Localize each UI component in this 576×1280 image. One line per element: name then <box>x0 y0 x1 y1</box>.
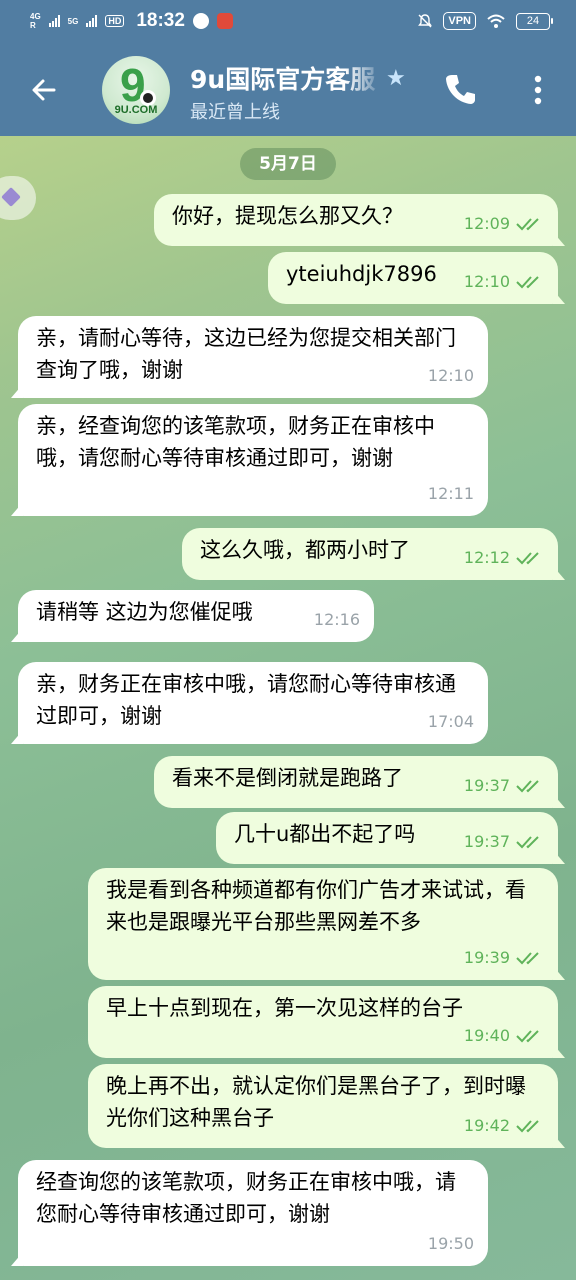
bubble-tail <box>11 730 23 744</box>
message-bubble-outgoing[interactable]: 这么久哦，都两小时了 12:12 <box>182 528 565 580</box>
message-bubble-incoming[interactable]: 亲，财务正在审核中哦，请您耐心等待审核通过即可，谢谢 17:04 <box>11 662 488 744</box>
message-text: 亲，财务正在审核中哦，请您耐心等待审核通过即可，谢谢 <box>36 672 456 728</box>
chat-title-block[interactable]: 9u国际官方客服 ★ 最近曾上线 <box>190 60 420 124</box>
message-time: 12:10 <box>463 272 510 291</box>
mute-bell-icon <box>418 14 433 28</box>
app-notification-icon <box>216 13 233 29</box>
message-meta: 19:50 <box>428 1228 474 1260</box>
double-check-icon <box>516 952 539 965</box>
bubble-tail <box>553 850 565 864</box>
message-text: 亲，请耐心等待，这边已经为您提交相关部门查询了哦，谢谢 <box>36 326 456 382</box>
bubble-tail <box>11 1252 23 1266</box>
chat-header: 9 9U.COM 9u国际官方客服 ★ 最近曾上线 <box>0 44 576 136</box>
network-indicator-2: 5G <box>68 17 79 26</box>
more-vert-icon[interactable] <box>524 72 552 108</box>
avatar[interactable]: 9 9U.COM <box>102 56 170 124</box>
double-check-icon <box>516 552 539 565</box>
message-bubble-incoming[interactable]: 亲，请耐心等待，这边已经为您提交相关部门查询了哦，谢谢 12:10 <box>11 316 488 398</box>
network-indicator-1: 4G R <box>30 12 41 30</box>
network-label-1: 4G <box>30 12 41 21</box>
double-check-icon <box>516 1030 539 1043</box>
double-check-icon <box>516 780 539 793</box>
double-check-icon <box>516 218 539 231</box>
message-time: 12:16 <box>313 610 360 629</box>
message-bubble-outgoing[interactable]: 几十u都出不起了吗 19:37 <box>216 812 565 864</box>
status-bar: 4G R 5G HD 18:32 VPN 24 <box>0 0 576 44</box>
status-bar-left: 4G R 5G HD 18:32 <box>30 10 233 32</box>
bubble-tail <box>553 1134 565 1148</box>
verified-star-icon: ★ <box>386 65 406 91</box>
bubble-tail <box>11 628 23 642</box>
bubble-tail <box>553 290 565 304</box>
signal-bars-icon <box>48 15 60 27</box>
bubble-tail <box>553 1044 565 1058</box>
avatar-domain-text: 9U.COM <box>114 104 158 116</box>
message-bubble-outgoing[interactable]: 晚上再不出，就认定你们是黑台子了，到时曝光你们这种黑台子 19:42 <box>88 1064 565 1148</box>
bubble-tail <box>553 232 565 246</box>
double-check-icon <box>516 1120 539 1133</box>
message-text: 经查询您的该笔款项，财务正在审核中哦，请您耐心等待审核通过即可，谢谢 <box>36 1170 456 1226</box>
message-meta: 12:11 <box>428 478 474 510</box>
message-time: 19:50 <box>427 1234 474 1253</box>
message-time: 12:10 <box>427 366 474 385</box>
message-text: 亲，经查询您的该笔款项，财务正在审核中哦，请您耐心等待审核通过即可，谢谢 <box>36 414 435 470</box>
message-meta: 19:39 <box>464 942 544 974</box>
message-meta: 12:16 <box>314 604 360 636</box>
message-time: 19:37 <box>463 776 510 795</box>
message-meta: 12:09 <box>464 208 544 240</box>
message-time: 17:04 <box>427 712 474 731</box>
network-label-2: 5G <box>67 16 79 26</box>
message-bubble-outgoing[interactable]: 我是看到各种频道都有你们广告才来试试，看来也是跟曝光平台那些黑网差不多 19:3… <box>88 868 565 980</box>
message-bubble-outgoing[interactable]: yteiuhdjk7896 12:10 <box>268 252 565 304</box>
bubble-tail <box>553 794 565 808</box>
bubble-tail <box>553 966 565 980</box>
wifi-icon <box>487 14 505 28</box>
status-bar-right: VPN 24 <box>417 12 553 30</box>
message-meta: 19:42 <box>464 1110 544 1142</box>
message-bubble-outgoing[interactable]: 早上十点到现在，第一次见这样的台子 19:40 <box>88 986 565 1058</box>
message-time: 12:09 <box>463 214 510 233</box>
phone-icon[interactable] <box>444 72 478 106</box>
side-share-button[interactable] <box>0 176 36 220</box>
message-time: 12:11 <box>427 484 474 503</box>
message-meta: 12:12 <box>464 542 544 574</box>
date-chip: 5月7日 <box>240 148 336 180</box>
signal-bars-icon <box>86 15 98 27</box>
chat-title: 9u国际官方客服 <box>190 65 376 94</box>
double-check-icon <box>516 836 539 849</box>
message-time: 19:37 <box>463 832 510 851</box>
battery-icon: 24 <box>516 12 553 30</box>
message-meta: 19:37 <box>464 826 544 858</box>
message-text: 我是看到各种频道都有你们广告才来试试，看来也是跟曝光平台那些黑网差不多 <box>106 878 526 934</box>
message-meta: 19:40 <box>464 1020 544 1052</box>
message-time: 19:42 <box>463 1116 510 1135</box>
last-seen-status: 最近曾上线 <box>190 102 280 123</box>
message-bubble-outgoing[interactable]: 看来不是倒闭就是跑路了 19:37 <box>154 756 565 808</box>
message-meta: 12:10 <box>464 266 544 298</box>
roaming-label: R <box>30 21 36 30</box>
message-text: 请稍等 这边为您催促哦 <box>36 600 253 624</box>
message-time: 19:40 <box>463 1026 510 1045</box>
message-meta: 19:37 <box>464 770 544 802</box>
message-meta: 12:10 <box>428 360 474 392</box>
hd-voice-badge: HD <box>105 15 125 27</box>
message-bubble-incoming[interactable]: 请稍等 这边为您催促哦 12:16 <box>11 590 374 642</box>
clock: 18:32 <box>136 10 185 31</box>
message-meta: 17:04 <box>428 706 474 738</box>
double-check-icon <box>516 276 539 289</box>
bubble-tail <box>11 502 23 516</box>
message-bubble-outgoing[interactable]: 你好，提现怎么那又久？ 12:09 <box>154 194 565 246</box>
bubble-tail <box>11 384 23 398</box>
message-time: 19:39 <box>463 948 510 967</box>
bubble-tail <box>553 566 565 580</box>
vpn-badge: VPN <box>443 12 476 30</box>
back-arrow-icon[interactable] <box>28 74 60 106</box>
message-time: 12:12 <box>463 548 510 567</box>
wechat-notification-icon <box>192 13 209 29</box>
message-bubble-incoming[interactable]: 经查询您的该笔款项，财务正在审核中哦，请您耐心等待审核通过即可，谢谢 19:50 <box>11 1160 488 1266</box>
message-bubble-incoming[interactable]: 亲，经查询您的该笔款项，财务正在审核中哦，请您耐心等待审核通过即可，谢谢 12:… <box>11 404 488 516</box>
diamond-icon <box>1 187 21 207</box>
